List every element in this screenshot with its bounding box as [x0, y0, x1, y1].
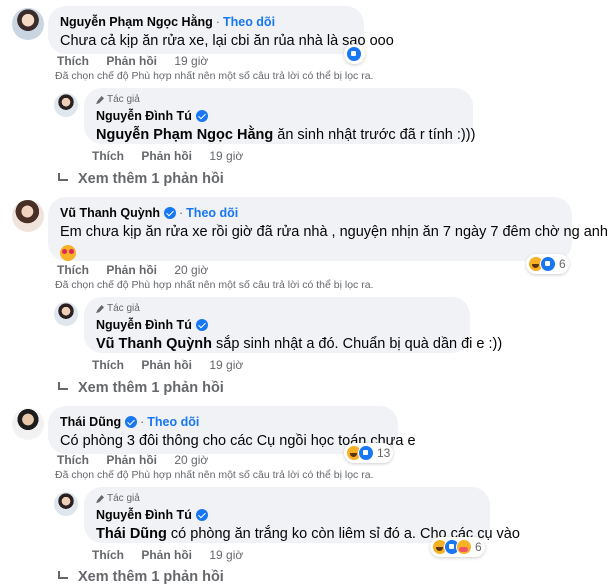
author-badge: Tác giả	[96, 303, 458, 315]
comment-actions: Thích Phản hồi 20 giờ	[57, 263, 208, 277]
avatar[interactable]	[54, 302, 78, 326]
follow-button[interactable]: Theo dõi	[223, 14, 275, 30]
reply-text: Thái Dũng có phòng ăn trắng ko còn liêm …	[96, 526, 520, 542]
reply-arrow-icon	[58, 382, 68, 390]
separator-dot: ·	[140, 415, 145, 429]
reply-bubble: Tác giả Nguyễn Đình Tú Nguyễn Phạm Ngọc …	[84, 88, 476, 144]
care-reaction-icon	[456, 539, 472, 555]
heart-eyes-emoji-icon	[60, 245, 76, 262]
comment-emoji	[60, 244, 560, 263]
verified-badge-icon	[195, 110, 208, 122]
like-button[interactable]: Thích	[57, 263, 89, 277]
commenter-name[interactable]: Thái Dũng	[60, 414, 121, 430]
reply-bubble: Tác giả Nguyễn Đình Tú Vũ Thanh Quỳnh sắ…	[84, 297, 503, 353]
reply-actions: Thích Phản hồi 19 giờ	[92, 548, 243, 562]
filter-notice: Đã chọn chế độ Phù hợp nhất nên một số c…	[55, 70, 374, 82]
reply-button[interactable]: Phản hồi	[141, 149, 192, 163]
reply-text: Vũ Thanh Quỳnh sắp sinh nhật a đó. Chuẩn…	[96, 336, 503, 352]
comment-text: Có phòng 3 đôi thông cho các Cụ ngồi học…	[60, 433, 416, 449]
timestamp[interactable]: 19 giờ	[209, 149, 243, 163]
reaction-summary[interactable]: 6	[430, 537, 485, 557]
pen-icon	[96, 495, 104, 503]
timestamp[interactable]: 20 giờ	[174, 263, 208, 277]
pen-icon	[96, 96, 104, 104]
comment-actions: Thích Phản hồi 19 giờ	[57, 54, 208, 68]
avatar[interactable]	[12, 200, 44, 232]
avatar[interactable]	[12, 408, 44, 440]
reaction-summary[interactable]: 13	[344, 443, 394, 463]
reply-text: Nguyễn Phạm Ngọc Hằng ăn sinh nhật trước…	[96, 127, 476, 143]
comment-text: Em chưa kịp ăn rửa xe rồi giờ đã rửa nhà…	[60, 224, 608, 240]
comment-bubble: Vũ Thanh Quỳnh · Theo dõi Em chưa kịp ăn…	[48, 197, 608, 263]
like-button[interactable]: Thích	[92, 149, 124, 163]
verified-badge-icon	[195, 319, 208, 331]
comment-bubble: Nguyễn Phạm Ngọc Hằng · Theo dõi Chưa cả…	[48, 6, 394, 54]
filter-notice: Đã chọn chế độ Phù hợp nhất nên một số c…	[55, 469, 374, 481]
replier-name[interactable]: Nguyễn Đình Tú	[96, 507, 192, 523]
author-badge: Tác giả	[96, 94, 461, 106]
author-badge: Tác giả	[96, 493, 478, 505]
reply-actions: Thích Phản hồi 19 giờ	[92, 358, 243, 372]
separator-dot: ·	[179, 206, 184, 220]
replier-name[interactable]: Nguyễn Đình Tú	[96, 317, 192, 333]
verified-badge-icon	[125, 416, 138, 428]
follow-button[interactable]: Theo dõi	[147, 414, 199, 430]
reply-button[interactable]: Phản hồi	[141, 548, 192, 562]
separator-dot: ·	[215, 15, 220, 29]
reaction-count: 6	[559, 257, 566, 271]
reaction-count: 13	[377, 446, 391, 460]
reaction-count: 6	[475, 540, 482, 554]
commenter-name[interactable]: Nguyễn Phạm Ngọc Hằng	[60, 14, 213, 30]
verified-badge-icon	[164, 207, 176, 219]
mention-tag[interactable]: Thái Dũng	[96, 526, 167, 542]
like-button[interactable]: Thích	[92, 358, 124, 372]
like-button[interactable]: Thích	[92, 548, 124, 562]
like-reaction-icon	[540, 256, 556, 272]
reply-button[interactable]: Phản hồi	[106, 54, 157, 68]
reply-button[interactable]: Phản hồi	[106, 453, 157, 467]
reply-button[interactable]: Phản hồi	[141, 358, 192, 372]
like-reaction-icon	[346, 46, 362, 62]
timestamp[interactable]: 19 giờ	[174, 54, 208, 68]
see-more-replies[interactable]: Xem thêm 1 phản hồi	[58, 569, 224, 585]
timestamp[interactable]: 19 giờ	[209, 548, 243, 562]
reply-arrow-icon	[58, 173, 68, 181]
avatar[interactable]	[54, 93, 78, 117]
commenter-name[interactable]: Vũ Thanh Quỳnh	[60, 205, 160, 221]
reaction-summary[interactable]: 6	[526, 254, 569, 274]
reply-actions: Thích Phản hồi 19 giờ	[92, 149, 243, 163]
comment-actions: Thích Phản hồi 20 giờ	[57, 453, 208, 467]
reply-bubble: Tác giả Nguyễn Đình Tú Thái Dũng có phòn…	[84, 487, 520, 543]
follow-button[interactable]: Theo dõi	[186, 205, 238, 221]
filter-notice: Đã chọn chế độ Phù hợp nhất nên một số c…	[55, 279, 374, 291]
reaction-summary[interactable]	[344, 44, 365, 64]
verified-badge-icon	[195, 509, 208, 521]
timestamp[interactable]: 20 giờ	[174, 453, 208, 467]
like-button[interactable]: Thích	[57, 54, 89, 68]
pen-icon	[96, 305, 104, 313]
like-reaction-icon	[358, 445, 374, 461]
comment-text: Chưa cả kịp ăn rửa xe, lại cbi ăn rủa nh…	[60, 33, 394, 49]
reply-arrow-icon	[58, 571, 68, 579]
like-button[interactable]: Thích	[57, 453, 89, 467]
replier-name[interactable]: Nguyễn Đình Tú	[96, 108, 192, 124]
mention-tag[interactable]: Nguyễn Phạm Ngọc Hằng	[96, 127, 273, 143]
avatar[interactable]	[54, 492, 78, 516]
see-more-replies[interactable]: Xem thêm 1 phản hồi	[58, 380, 224, 396]
avatar[interactable]	[12, 8, 44, 40]
mention-tag[interactable]: Vũ Thanh Quỳnh	[96, 336, 212, 352]
reply-button[interactable]: Phản hồi	[106, 263, 157, 277]
see-more-replies[interactable]: Xem thêm 1 phản hồi	[58, 171, 224, 187]
timestamp[interactable]: 19 giờ	[209, 358, 243, 372]
